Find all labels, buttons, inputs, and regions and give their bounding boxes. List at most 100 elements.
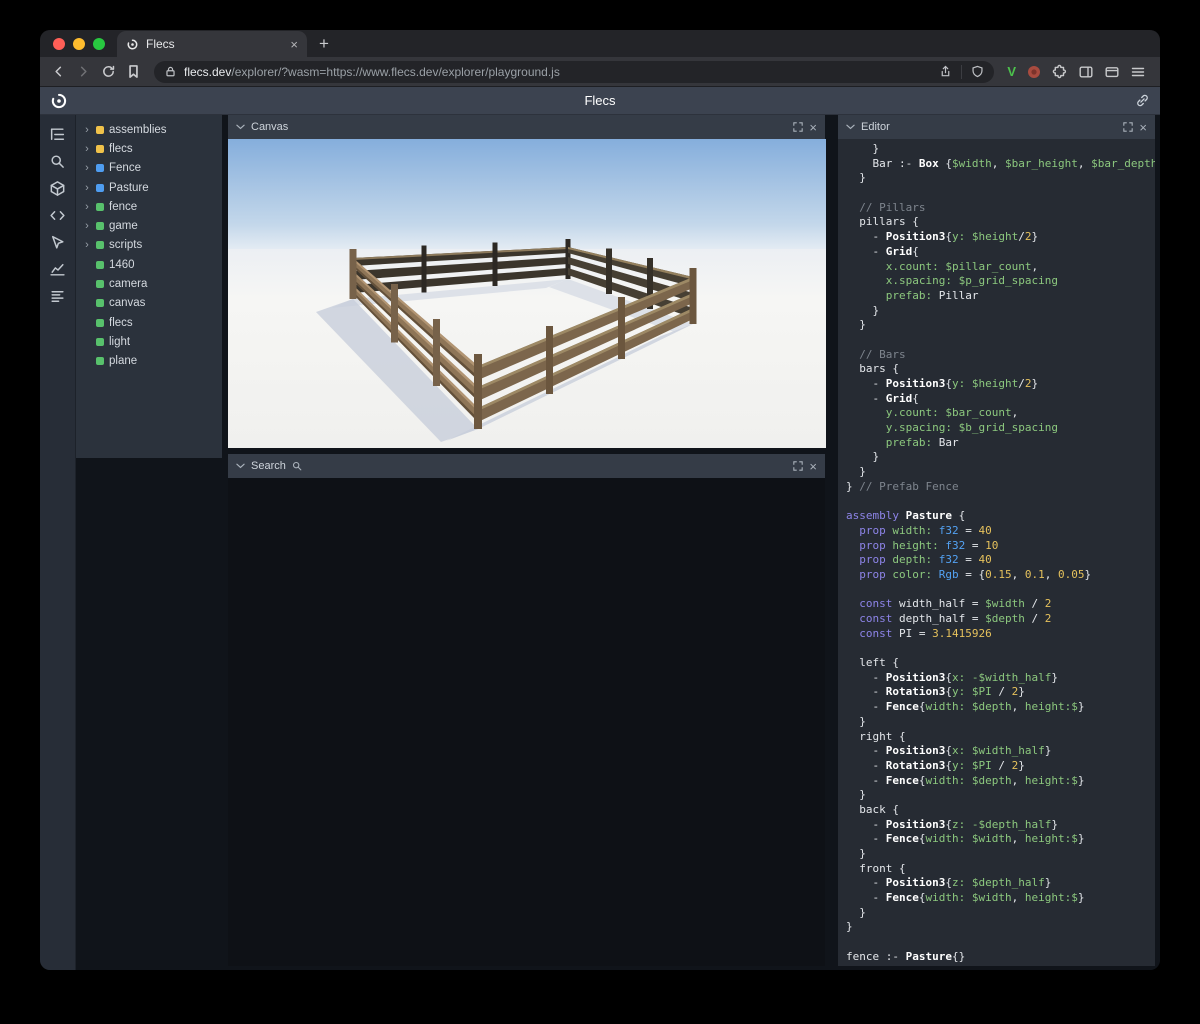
reload-button[interactable] <box>98 62 118 82</box>
entity-tree-tab[interactable] <box>46 125 70 143</box>
tree-item-camera[interactable]: camera <box>76 274 222 293</box>
expand-chevron-icon[interactable]: › <box>83 124 91 136</box>
code-line: } <box>846 303 880 317</box>
canvas-tab[interactable] <box>46 179 70 197</box>
red-extension-icon[interactable] <box>1026 64 1042 80</box>
code-line: - Position3{y: $height/2} <box>846 377 1039 390</box>
puzzle-extensions-icon[interactable] <box>1052 64 1068 80</box>
tab-close-icon[interactable]: × <box>290 38 298 51</box>
v-extension-icon[interactable]: V <box>1007 64 1016 79</box>
icon-sidebar <box>40 115 76 970</box>
tree-item-label: assemblies <box>109 123 167 136</box>
bookmark-icon[interactable] <box>123 62 143 82</box>
browser-tab[interactable]: Flecs × <box>117 31 307 57</box>
code-line: } <box>846 171 866 185</box>
code-line: - Grid{ <box>846 391 919 405</box>
menu-icon[interactable] <box>1130 64 1146 80</box>
chevron-down-icon[interactable] <box>236 124 245 130</box>
tree-item-plane[interactable]: plane <box>76 352 222 371</box>
chevron-down-icon[interactable] <box>236 463 245 469</box>
tree-item-game[interactable]: › game <box>76 216 222 235</box>
expand-icon[interactable] <box>793 122 804 132</box>
expand-chevron-icon[interactable]: › <box>83 143 91 155</box>
tree-item-flecs[interactable]: › flecs <box>76 139 222 158</box>
back-button[interactable] <box>48 62 68 82</box>
tree-item-label: light <box>109 335 131 348</box>
tree-item-1460[interactable]: 1460 <box>76 255 222 274</box>
code-line: pillars { <box>846 215 919 229</box>
tables-tab[interactable] <box>46 287 70 305</box>
tab-title: Flecs <box>146 37 175 51</box>
inspector-cursor-icon <box>51 235 64 249</box>
search-icon <box>51 154 64 168</box>
close-icon[interactable]: × <box>1139 121 1147 134</box>
window-controls <box>40 30 117 57</box>
tree-item-label: flecs <box>109 142 133 155</box>
browser-toolbar: flecs.dev/explorer/?wasm=https://www.fle… <box>40 57 1160 87</box>
code-line: - Fence{width: $width, height:$} <box>846 832 1085 846</box>
code-line: const depth_half = $depth / 2 <box>859 612 1052 625</box>
code-line: - Rotation3{y: $PI / 2} <box>846 685 1025 699</box>
expand-icon[interactable] <box>793 461 804 471</box>
entity-swatch-icon <box>96 357 104 366</box>
code-line: prop height: f32 = 10 <box>859 538 999 552</box>
entity-swatch-icon <box>96 222 104 231</box>
script-tab[interactable] <box>46 206 70 224</box>
code-line: } <box>846 142 880 155</box>
close-icon[interactable]: × <box>809 460 817 473</box>
new-tab-button[interactable]: + <box>319 31 329 57</box>
tree-item-fence[interactable]: › fence <box>76 197 222 216</box>
expand-chevron-icon[interactable]: › <box>83 182 91 194</box>
query-tab[interactable] <box>46 152 70 170</box>
code-line: } <box>846 465 866 479</box>
chevron-down-icon[interactable] <box>846 124 855 130</box>
code-line: // Pillars <box>846 200 926 214</box>
tree-item-label: flecs <box>109 316 133 329</box>
shield-icon[interactable] <box>971 65 984 78</box>
close-window-button[interactable] <box>53 37 65 50</box>
expand-icon[interactable] <box>1123 122 1134 132</box>
expand-chevron-icon[interactable]: › <box>83 239 91 251</box>
share-link-button[interactable] <box>1135 93 1150 108</box>
code-line: y.spacing: $b_grid_spacing <box>885 421 1058 435</box>
inspector-tab[interactable] <box>46 233 70 251</box>
expand-chevron-icon[interactable]: › <box>83 220 91 232</box>
editor-column: Editor × } Bar :- Box {$width, $bar_heig… <box>838 115 1155 970</box>
app-main: › assemblies › flecs › Fence › Pasture › fence › ga… <box>40 115 1160 970</box>
entity-swatch-icon <box>96 280 104 289</box>
stats-tab[interactable] <box>46 260 70 278</box>
tree-item-light[interactable]: light <box>76 332 222 351</box>
entity-tree[interactable]: › assemblies › flecs › Fence › Pasture › fence › ga… <box>76 115 222 458</box>
tree-item-scripts[interactable]: › scripts <box>76 236 222 255</box>
code-icon <box>50 210 65 220</box>
maximize-window-button[interactable] <box>93 37 105 50</box>
sidebar-toggle-icon[interactable] <box>1078 64 1094 80</box>
wallet-icon[interactable] <box>1104 64 1120 80</box>
search-results-area[interactable] <box>228 478 825 966</box>
expand-chevron-icon[interactable]: › <box>83 162 91 174</box>
close-icon[interactable]: × <box>809 121 817 134</box>
address-bar[interactable]: flecs.dev/explorer/?wasm=https://www.fle… <box>154 60 995 83</box>
tree-item-Fence[interactable]: › Fence <box>76 159 222 178</box>
prefab-swatch-icon <box>96 164 104 173</box>
extensions-area: V <box>1005 64 1152 80</box>
tree-item-Pasture[interactable]: › Pasture <box>76 178 222 197</box>
code-line: - Position3{y: $height/2} <box>846 230 1039 244</box>
minimize-window-button[interactable] <box>73 37 85 50</box>
editor-code[interactable]: } Bar :- Box {$width, $bar_height, $bar_… <box>838 139 1155 966</box>
tree-item-flecs[interactable]: flecs <box>76 313 222 332</box>
forward-button[interactable] <box>73 62 93 82</box>
code-line: } <box>846 318 866 332</box>
entity-swatch-icon <box>96 260 104 269</box>
code-line: } <box>846 788 866 802</box>
code-line: Bar :- Box {$width, $bar_height, $bar_de… <box>846 156 1155 170</box>
share-icon[interactable] <box>939 65 952 78</box>
canvas-3d-view[interactable] <box>228 139 826 448</box>
expand-chevron-icon[interactable]: › <box>83 201 91 213</box>
tree-item-assemblies[interactable]: › assemblies <box>76 120 222 139</box>
code-line: - Fence{width: $depth, height:$} <box>846 773 1085 787</box>
divider <box>961 64 963 79</box>
tree-item-canvas[interactable]: canvas <box>76 294 222 313</box>
